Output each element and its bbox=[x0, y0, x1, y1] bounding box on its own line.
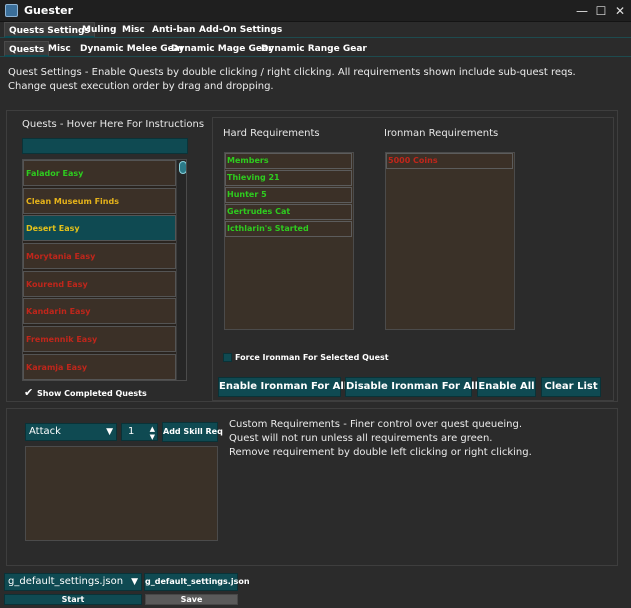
settings-file-select[interactable]: g_default_settings.json ▼ bbox=[4, 573, 142, 591]
description-line-1: Quest Settings - Enable Quests by double… bbox=[8, 67, 576, 78]
hard-requirements-title: Hard Requirements bbox=[223, 128, 320, 139]
ironman-requirements-title: Ironman Requirements bbox=[384, 128, 499, 139]
skill-select-value: Attack bbox=[29, 426, 61, 437]
skill-select[interactable]: Attack ▼ bbox=[25, 423, 117, 441]
chevron-down-icon: ▼ bbox=[131, 577, 138, 587]
chevron-down-icon: ▼ bbox=[106, 427, 113, 437]
hard-req-members[interactable]: Members bbox=[225, 153, 352, 169]
quest-item-morytania-easy[interactable]: Morytania Easy bbox=[23, 243, 176, 269]
level-stepper-value: 1 bbox=[128, 426, 135, 437]
minimize-button[interactable]: — bbox=[573, 2, 591, 20]
checkmark-icon[interactable]: ✔ bbox=[24, 386, 33, 399]
ironman-req-coins[interactable]: 5000 Coins bbox=[386, 153, 513, 169]
start-button[interactable]: Start bbox=[4, 594, 142, 605]
stepper-arrows-icon[interactable]: ▲ ▼ bbox=[150, 425, 155, 441]
quest-item-clean-museum-finds[interactable]: Clean Museum Finds bbox=[23, 188, 176, 214]
hard-req-icthlarins-started[interactable]: Icthlarin's Started bbox=[225, 221, 352, 237]
description-line-2: Change quest execution order by drag and… bbox=[8, 81, 274, 92]
enable-ironman-for-all-button[interactable]: Enable Ironman For All bbox=[218, 377, 347, 397]
show-completed-quests-label[interactable]: Show Completed Quests bbox=[37, 389, 147, 398]
quest-item-kourend-easy[interactable]: Kourend Easy bbox=[23, 271, 176, 297]
level-stepper[interactable]: 1 ▲ ▼ bbox=[121, 423, 158, 441]
tab-anti-ban[interactable]: Anti-ban bbox=[148, 22, 199, 38]
sub-tab-bar: Quests Misc Dynamic Melee Gear Dynamic M… bbox=[0, 41, 631, 57]
hard-requirements-list[interactable]: Members Thieving 21 Hunter 5 Gertrudes C… bbox=[224, 152, 354, 330]
custom-help-line-1: Custom Requirements - Finer control over… bbox=[229, 419, 522, 430]
settings-file-field[interactable]: g_default_settings.json bbox=[144, 573, 250, 591]
close-button[interactable]: ✕ bbox=[611, 2, 629, 20]
main-tab-bar: Quests Settings Muling Misc Anti-ban Add… bbox=[0, 22, 631, 38]
tab-add-on-settings[interactable]: Add-On Settings bbox=[195, 22, 286, 38]
maximize-button[interactable]: ☐ bbox=[592, 2, 610, 20]
force-ironman-checkbox[interactable] bbox=[223, 353, 232, 362]
settings-file-select-value: g_default_settings.json bbox=[8, 576, 124, 587]
add-skill-req-button[interactable]: Add Skill Req bbox=[162, 422, 223, 442]
quest-item-desert-easy[interactable]: Desert Easy bbox=[23, 215, 176, 241]
quest-list-scroll-thumb[interactable] bbox=[179, 161, 186, 174]
custom-help-line-2: Quest will not run unless all requiremen… bbox=[229, 433, 493, 444]
enable-all-button[interactable]: Enable All bbox=[477, 377, 536, 397]
quest-list[interactable]: Falador Easy Clean Museum Finds Desert E… bbox=[22, 159, 187, 381]
ironman-requirements-list[interactable]: 5000 Coins bbox=[385, 152, 515, 330]
quest-item-falador-easy[interactable]: Falador Easy bbox=[23, 160, 176, 186]
custom-requirements-list[interactable] bbox=[25, 446, 218, 541]
subtab-misc[interactable]: Misc bbox=[44, 41, 75, 57]
hard-req-thieving[interactable]: Thieving 21 bbox=[225, 170, 352, 186]
app-icon bbox=[5, 4, 18, 17]
quest-item-fremennik-easy[interactable]: Fremennik Easy bbox=[23, 326, 176, 352]
quest-search-input[interactable] bbox=[22, 138, 188, 154]
subtab-quests[interactable]: Quests bbox=[4, 41, 50, 57]
quest-item-karamja-easy[interactable]: Karamja Easy bbox=[23, 354, 176, 380]
custom-help-line-3: Remove requirement by double left clicki… bbox=[229, 447, 532, 458]
window-title: Guester bbox=[24, 4, 74, 17]
tab-muling[interactable]: Muling bbox=[78, 22, 120, 38]
clear-list-button[interactable]: Clear List bbox=[541, 377, 601, 397]
title-bar bbox=[0, 0, 631, 22]
force-ironman-label[interactable]: Force Ironman For Selected Quest bbox=[235, 353, 389, 362]
save-button[interactable]: Save bbox=[145, 594, 238, 605]
quest-list-scrollbar[interactable] bbox=[176, 160, 186, 380]
tab-misc[interactable]: Misc bbox=[118, 22, 149, 38]
hard-req-hunter[interactable]: Hunter 5 bbox=[225, 187, 352, 203]
quest-item-kandarin-easy[interactable]: Kandarin Easy bbox=[23, 298, 176, 324]
quests-panel-title[interactable]: Quests - Hover Here For Instructions bbox=[22, 119, 204, 130]
subtab-dynamic-range-gear[interactable]: Dynamic Range Gear bbox=[257, 41, 371, 57]
hard-req-gertrudes-cat[interactable]: Gertrudes Cat bbox=[225, 204, 352, 220]
disable-ironman-for-all-button[interactable]: Disable Ironman For All bbox=[345, 377, 478, 397]
